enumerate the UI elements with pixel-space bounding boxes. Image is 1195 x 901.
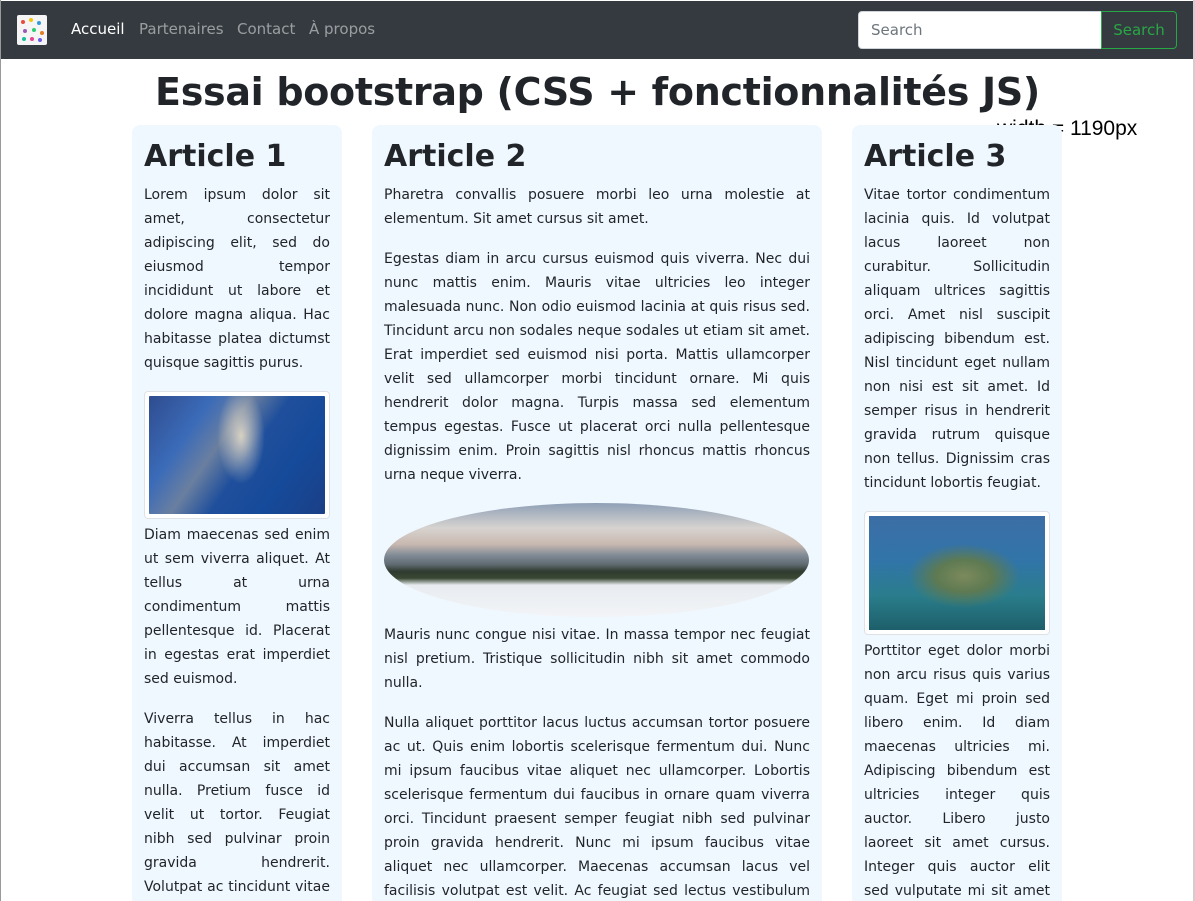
search-input[interactable] [858,11,1102,49]
article-paragraph: Pharetra convallis posuere morbi leo urn… [384,187,810,227]
article-paragraph: Porttitor eget dolor morbi non arcu risu… [864,643,1050,899]
article-3: Article 3 Vitae tortor condimentum lacin… [852,125,1062,901]
window-frame-left [0,0,1,901]
article-title: Article 3 [864,139,1007,174]
article-paragraph: Egestas diam in arcu cursus euismod quis… [384,251,810,483]
article-paragraph: Lorem ipsum dolor sit amet, consectetur … [144,187,330,371]
article-image-panorama [384,503,809,617]
search-button[interactable]: Search [1101,11,1177,49]
article-image-island [864,511,1050,635]
article-paragraph: Nulla aliquet porttitor lacus luctus acc… [384,715,810,899]
brand-logo[interactable] [17,15,47,45]
article-paragraph: Viverra tellus in hac habitasse. At impe… [144,711,330,895]
article-paragraph: Diam maecenas sed enim ut sem viverra al… [144,527,330,687]
article-title: Article 1 [144,139,287,174]
article-image-coast [144,391,330,519]
article-paragraph: Vitae tortor condimentum lacinia quis. I… [864,187,1050,491]
nav-link-accueil[interactable]: Accueil [71,20,125,38]
nav-link-contact[interactable]: Contact [237,20,295,38]
article-paragraph: Mauris nunc congue nisi vitae. In massa … [384,627,810,691]
navbar: Accueil Partenaires Contact À propos Sea… [1,1,1193,59]
article-2: Article 2 Pharetra convallis posuere mor… [372,125,822,901]
nav-link-a-propos[interactable]: À propos [309,20,375,38]
article-1: Article 1 Lorem ipsum dolor sit amet, co… [132,125,342,901]
article-title: Article 2 [384,139,527,174]
nav-link-partenaires[interactable]: Partenaires [139,20,224,38]
page-title: Essai bootstrap (CSS + fonctionnalités J… [155,70,1040,114]
